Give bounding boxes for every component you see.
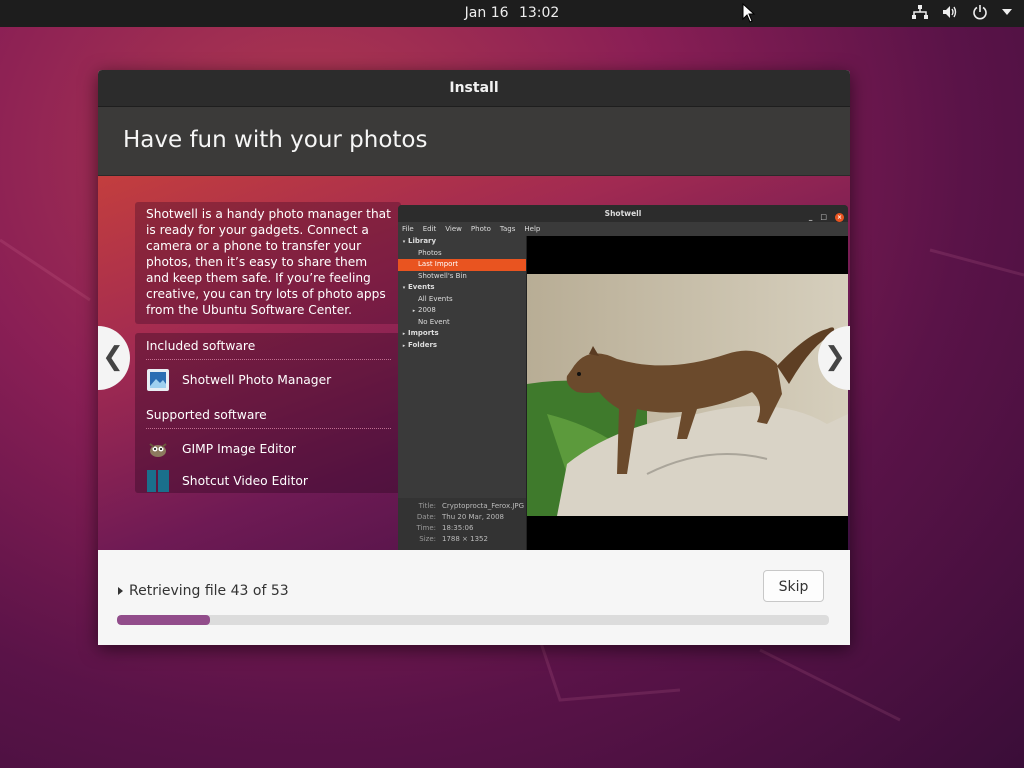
shotwell-menubar: File Edit View Photo Tags Help (398, 222, 848, 236)
shotwell-tree-item: Last Import (398, 259, 526, 271)
slide-description: Shotwell is a handy photo manager that i… (135, 202, 401, 324)
shotwell-tree-item: ▾ Events (402, 283, 435, 291)
slideshow: Shotwell is a handy photo manager that i… (98, 176, 850, 550)
software-item-shotcut: Shotcut Video Editor (146, 465, 391, 497)
menu-arrow-icon (1002, 9, 1012, 15)
shotwell-tree: ▾ Library Photos Last Import Shotwell's Bin ▾… (398, 236, 526, 351)
shotwell-tree-item: Shotwell's Bin (418, 271, 467, 280)
shotwell-menu-item: Edit (422, 225, 437, 233)
window-title: Install (98, 70, 850, 107)
gimp-icon (149, 443, 167, 457)
clock-date: Jan 16 (464, 5, 509, 21)
clock-time: 13:02 (518, 5, 560, 21)
software-item-label: Shotwell Photo Manager (182, 373, 332, 387)
maximize-icon: □ (820, 213, 827, 221)
shotwell-tree-item: ▸ 2008 (412, 306, 436, 314)
progress-bar-fill (117, 615, 210, 625)
metadata-row: Time: 18:35:06 (416, 524, 474, 532)
software-item-label: GIMP Image Editor (182, 442, 296, 456)
skip-button[interactable]: Skip (763, 570, 824, 602)
metadata-row: Title: Cryptoprocta_Ferox.JPG (418, 502, 525, 510)
system-tray[interactable] (912, 4, 1012, 20)
shotwell-titlebar: Shotwell _ □ × (398, 205, 848, 222)
progress-status-label: Retrieving file 43 of 53 (129, 583, 289, 599)
included-software-heading: Included software (146, 333, 391, 360)
fossa-photo (527, 274, 848, 516)
shotwell-title: Shotwell (604, 209, 642, 218)
close-icon: × (835, 213, 844, 222)
progress-area: Retrieving file 43 of 53 Skip (98, 550, 850, 645)
shotwell-tree-item: No Event (418, 317, 450, 326)
supported-software-heading: Supported software (146, 402, 391, 429)
metadata-row: Size: 1788 × 1352 (419, 535, 488, 543)
shotwell-metadata: Title: Cryptoprocta_Ferox.JPG Date: Thu 20… (398, 498, 526, 550)
shotwell-tree-item: ▸ Imports (402, 329, 439, 337)
top-bar: Jan 16 13:02 (0, 0, 1024, 27)
shotwell-window-controls: _ □ × (809, 209, 844, 226)
shotwell-menu-item: File (402, 225, 414, 233)
shotwell-menu-item: Help (524, 225, 541, 233)
minimize-icon: _ (808, 213, 813, 221)
expander-arrow-icon[interactable] (118, 587, 123, 595)
shotwell-menu-item: Tags (499, 225, 516, 233)
software-list: Included software Shotwell Photo Manager… (135, 333, 402, 493)
shotcut-icon (147, 470, 169, 492)
previous-slide-button[interactable]: ❮ (98, 326, 130, 390)
shotwell-sidebar: ▾ Library Photos Last Import Shotwell's Bin ▾… (398, 236, 527, 550)
software-item-gimp: GIMP Image Editor (146, 433, 391, 465)
shotwell-tree-item: All Events (418, 294, 453, 303)
shotwell-photo-viewer (527, 236, 848, 550)
slide-heading: Have fun with your photos (98, 107, 850, 176)
network-icon (912, 5, 928, 19)
shotwell-tree-item: Photos (418, 248, 442, 257)
shotwell-tree-item: ▸ Folders (402, 340, 438, 349)
software-item-shotwell: Shotwell Photo Manager (146, 364, 391, 396)
software-item-label: Shotcut Video Editor (182, 474, 308, 488)
mouse-cursor-icon (742, 3, 756, 23)
installer-window: Install Have fun with your photos Shotwe… (98, 70, 850, 645)
volume-icon (943, 6, 957, 18)
progress-bar (117, 615, 829, 625)
shotwell-icon (147, 369, 169, 391)
clock[interactable]: Jan 16 13:02 (0, 5, 1024, 21)
power-icon (973, 5, 987, 20)
shotwell-screenshot: Shotwell _ □ × File Edit View Photo Tags… (398, 205, 848, 550)
metadata-row: Date: Thu 20 Mar, 2008 (416, 513, 504, 521)
shotwell-tree-item: ▾ Library (402, 237, 437, 245)
progress-status[interactable]: Retrieving file 43 of 53 (118, 583, 289, 599)
shotwell-menu-item: Photo (470, 225, 491, 233)
shotwell-menu-item: View (445, 225, 462, 233)
